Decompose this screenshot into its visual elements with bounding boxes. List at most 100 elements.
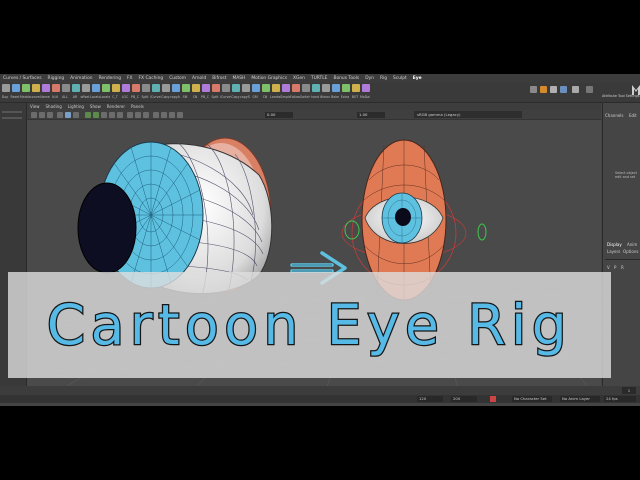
shelf-button-icon[interactable] — [262, 84, 270, 92]
menu-tab-arnold[interactable]: Arnold — [189, 76, 209, 81]
shelf-button-icon[interactable] — [352, 84, 360, 92]
time-slider[interactable]: 1 — [0, 386, 640, 395]
shelf-button-icon[interactable] — [362, 84, 370, 92]
shelf-button-icon[interactable] — [62, 84, 70, 92]
bookmark-icon[interactable] — [47, 111, 53, 118]
shelf-button-icon[interactable] — [332, 84, 340, 92]
panel-menu-renderer[interactable]: Renderer — [104, 104, 128, 109]
menu-tab-custom[interactable]: Custom — [166, 76, 189, 81]
character-set-field[interactable]: No Character Set — [512, 396, 552, 402]
shelf-button-icon[interactable] — [102, 84, 110, 92]
menu-tab-turtle[interactable]: TURTLE — [308, 76, 331, 81]
control-circle-icon[interactable] — [477, 223, 487, 241]
shelf-button-icon[interactable] — [172, 84, 180, 92]
color-space-dropdown[interactable]: sRGB gamma (Legacy) — [414, 111, 522, 118]
shelf-button-icon[interactable] — [252, 84, 260, 92]
panel-menu-panels[interactable]: Panels — [128, 104, 147, 109]
layers-menu[interactable]: Layers — [607, 249, 620, 254]
shelf-button-icon[interactable] — [282, 84, 290, 92]
menu-tab-animation[interactable]: Animation — [67, 76, 95, 81]
shelf-button-icon[interactable] — [92, 84, 100, 92]
shelf-button-icon[interactable] — [132, 84, 140, 92]
ipr-icon[interactable] — [560, 86, 567, 93]
options-menu[interactable]: Options — [623, 249, 638, 254]
render-icon[interactable] — [550, 86, 557, 93]
edit-menu[interactable]: Edit — [629, 113, 637, 118]
shelf-button-icon[interactable] — [82, 84, 90, 92]
menu-tab-rendering[interactable]: Rendering — [96, 76, 124, 81]
shelf-button-icon[interactable] — [242, 84, 250, 92]
select-camera-icon[interactable] — [31, 111, 37, 118]
shelf-button-icon[interactable] — [2, 84, 10, 92]
outliner-icon[interactable] — [540, 86, 547, 93]
shelf-button-icon[interactable] — [112, 84, 120, 92]
menu-tab-fx[interactable]: FX — [124, 76, 136, 81]
shelf-button-icon[interactable] — [32, 84, 40, 92]
ambient-occlusion-icon[interactable] — [153, 111, 159, 118]
tab-anim[interactable]: Anim — [627, 242, 637, 247]
textured-icon[interactable] — [101, 111, 107, 118]
shelf-button-icon[interactable] — [42, 84, 50, 92]
panel-menu-lighting[interactable]: Lighting — [65, 104, 87, 109]
menu-tab-sculpt[interactable]: Sculpt — [390, 76, 410, 81]
near-clip-field[interactable]: 0.00 — [265, 111, 293, 118]
isolate-select-icon[interactable] — [143, 111, 149, 118]
panel-menu-show[interactable]: Show — [87, 104, 104, 109]
shelf-button-icon[interactable] — [212, 84, 220, 92]
tool-settings-icon[interactable] — [572, 86, 579, 93]
range-end-field[interactable]: 200 — [451, 396, 477, 402]
shelf-button-icon[interactable] — [342, 84, 350, 92]
tab-display[interactable]: Display — [607, 242, 622, 247]
menu-tab-bifrost[interactable]: Bifrost — [209, 76, 229, 81]
channel-box-toggle-icon[interactable] — [586, 86, 593, 93]
menu-tab-curves-surfaces[interactable]: Curves / Surfaces — [0, 76, 45, 81]
current-frame-field[interactable]: 1 — [622, 387, 636, 394]
resolution-gate-icon[interactable] — [73, 111, 79, 118]
menu-tab-mash[interactable]: MASH — [229, 76, 248, 81]
menu-tab-motion-graphics[interactable]: Motion Graphics — [248, 76, 290, 81]
shelf-button-icon[interactable] — [232, 84, 240, 92]
xray-icon[interactable] — [127, 111, 133, 118]
menu-tab-dyn[interactable]: Dyn — [362, 76, 377, 81]
shelf-button-icon[interactable] — [292, 84, 300, 92]
shelf-button-icon[interactable] — [152, 84, 160, 92]
far-clip-field[interactable]: 1.00 — [357, 111, 385, 118]
xray-joints-icon[interactable] — [135, 111, 141, 118]
shelf-button-icon[interactable] — [22, 84, 30, 92]
menu-tab-fx-caching[interactable]: FX Caching — [136, 76, 167, 81]
wireframe-icon[interactable] — [85, 111, 91, 118]
menu-tab-xgen[interactable]: XGen — [290, 76, 308, 81]
panel-menu-view[interactable]: View — [27, 104, 43, 109]
panel-menu-shading[interactable]: Shading — [43, 104, 65, 109]
menu-tab-rigging[interactable]: Rigging — [45, 76, 68, 81]
shelf-button-icon[interactable] — [122, 84, 130, 92]
anim-layer-field[interactable]: No Anim Layer — [560, 396, 600, 402]
film-gate-icon[interactable] — [65, 111, 71, 118]
anti-alias-icon[interactable] — [169, 111, 175, 118]
grid-icon[interactable] — [57, 111, 63, 118]
shelf-button-icon[interactable] — [272, 84, 280, 92]
shelf-button-icon[interactable] — [162, 84, 170, 92]
attribute-editor-icon[interactable] — [530, 86, 537, 93]
shelf-button-icon[interactable] — [312, 84, 320, 92]
smooth-shade-icon[interactable] — [93, 111, 99, 118]
menu-tab-bonus-tools[interactable]: Bonus Tools — [330, 76, 362, 81]
camera-attributes-icon[interactable] — [39, 111, 45, 118]
channels-menu[interactable]: Channels — [605, 113, 624, 118]
auto-key-icon[interactable] — [490, 396, 496, 402]
motion-blur-icon[interactable] — [161, 111, 167, 118]
shelf-button-icon[interactable] — [192, 84, 200, 92]
fps-field[interactable]: 24 fps — [604, 396, 636, 402]
shelf-button-icon[interactable] — [222, 84, 230, 92]
shadows-icon[interactable] — [117, 111, 123, 118]
menu-tab-rig[interactable]: Rig — [377, 76, 390, 81]
shelf-button-icon[interactable] — [182, 84, 190, 92]
shelf-button-icon[interactable] — [142, 84, 150, 92]
range-start-field[interactable]: 120 — [417, 396, 443, 402]
shelf-button-icon[interactable] — [322, 84, 330, 92]
shelf-button-icon[interactable] — [302, 84, 310, 92]
menu-tab-eye[interactable]: Eye — [410, 76, 425, 81]
shelf-button-icon[interactable] — [12, 84, 20, 92]
lights-icon[interactable] — [109, 111, 115, 118]
depth-of-field-icon[interactable] — [177, 111, 183, 118]
